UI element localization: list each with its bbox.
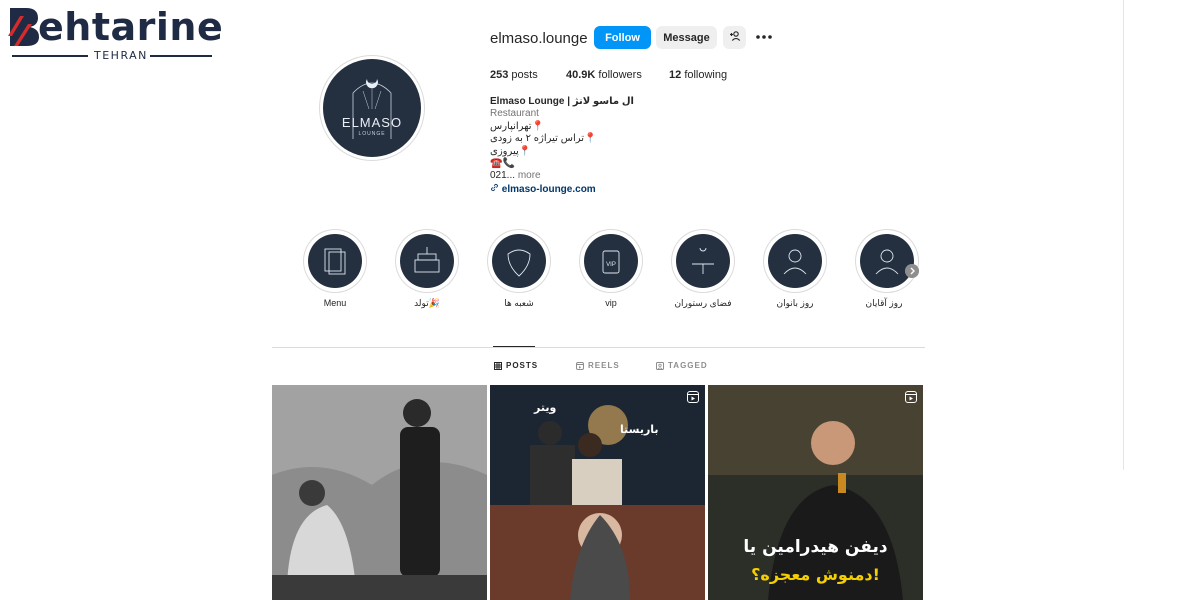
highlights-next-icon[interactable] bbox=[905, 264, 919, 278]
post-thumbnail[interactable] bbox=[272, 385, 487, 600]
page-edge-divider bbox=[1123, 0, 1124, 470]
bio-line-2: تراس تیراژه ۲ به زودی📍 bbox=[490, 133, 596, 145]
tab-posts[interactable]: POSTS bbox=[494, 361, 538, 370]
tab-tagged[interactable]: TAGGED bbox=[656, 361, 708, 370]
post-overlay-label: ویتر bbox=[534, 401, 557, 414]
telephone-icon: ☎️ bbox=[490, 158, 503, 169]
reels-icon bbox=[576, 361, 584, 370]
highlight-cover bbox=[492, 234, 546, 288]
cake-icon bbox=[414, 247, 440, 273]
tagged-icon bbox=[656, 361, 664, 370]
restaurant-table-icon bbox=[692, 247, 714, 274]
highlight-label-vip: vip bbox=[605, 298, 617, 308]
watermark-city: TEHRAN bbox=[94, 49, 148, 62]
post-caption-line-2: دمنوش معجزه؟! bbox=[751, 565, 880, 584]
highlight-cover bbox=[308, 234, 362, 288]
woman-icon bbox=[783, 249, 807, 275]
post-thumbnail[interactable]: ویتر باریستا bbox=[490, 385, 705, 600]
reel-icon bbox=[687, 391, 699, 403]
posts-count: 253 bbox=[490, 69, 509, 81]
watermark-rule-right bbox=[150, 55, 212, 57]
bio-website-link[interactable]: elmaso-lounge.com bbox=[490, 183, 596, 196]
vip-card-icon: VIP bbox=[602, 250, 620, 274]
post-caption-line-1: دیفن هیدرامین یا bbox=[743, 537, 888, 557]
bio-name: Elmaso Lounge | ال ماسو لانژ bbox=[490, 96, 634, 107]
pin-icon: 📍 bbox=[518, 146, 532, 157]
highlight-label-mens-day: روز آقایان bbox=[865, 298, 903, 308]
suggested-users-button[interactable] bbox=[723, 26, 746, 49]
post-overlay-label: باریستا bbox=[620, 423, 659, 436]
following-label: following bbox=[684, 69, 728, 81]
highlight-label-ladies-day: روز بانوان bbox=[776, 298, 814, 308]
bio-more-link[interactable]: more bbox=[518, 170, 541, 181]
avatar-word: ELMASO bbox=[341, 115, 403, 130]
watermark-b-icon bbox=[8, 8, 39, 46]
highlight-label-branches: شعبه ها bbox=[504, 298, 534, 308]
highlight-cover bbox=[768, 234, 822, 288]
followers-label: followers bbox=[598, 69, 642, 81]
bio-line-5-text: 021... bbox=[490, 170, 516, 181]
post-photo bbox=[490, 385, 705, 600]
highlight-birthday[interactable] bbox=[396, 230, 458, 292]
tab-tagged-label: TAGGED bbox=[668, 361, 708, 370]
avatar-image: ELMASO LOUNGE bbox=[323, 59, 421, 157]
following-stat[interactable]: 12 following bbox=[669, 69, 727, 81]
highlight-menu[interactable] bbox=[304, 230, 366, 292]
pin-icon: 📍 bbox=[531, 121, 545, 132]
highlight-branches[interactable] bbox=[488, 230, 550, 292]
message-button[interactable]: Message bbox=[656, 26, 717, 49]
tab-reels[interactable]: REELS bbox=[576, 361, 620, 370]
highlight-label-menu: Menu bbox=[323, 298, 347, 308]
highlight-cover bbox=[860, 234, 914, 288]
avatar-sub: LOUNGE bbox=[358, 131, 386, 137]
highlight-mens-day[interactable] bbox=[856, 230, 918, 292]
bio-line-1: تهرانپارس📍 bbox=[490, 121, 544, 133]
follow-button[interactable]: Follow bbox=[594, 26, 651, 49]
man-icon bbox=[875, 249, 899, 275]
profile-avatar[interactable]: ELMASO LOUNGE bbox=[320, 56, 424, 160]
post-photo bbox=[272, 385, 487, 600]
highlight-cover: VIP bbox=[584, 234, 638, 288]
diamond-icon bbox=[507, 249, 531, 277]
post-thumbnail[interactable]: دیفن هیدرامین یا دمنوش معجزه؟! bbox=[708, 385, 923, 600]
watermark-logo: ehtarine TEHRAN bbox=[8, 5, 223, 62]
watermark-brand: ehtarine bbox=[38, 5, 224, 49]
bio-line-4: ☎️📞 bbox=[490, 158, 515, 170]
pin-icon: 📍 bbox=[584, 133, 597, 144]
bio-line-5: 021... more bbox=[490, 170, 541, 182]
tab-posts-label: POSTS bbox=[506, 361, 539, 370]
highlight-cover bbox=[676, 234, 730, 288]
bio-line-1-text: تهرانپارس bbox=[490, 121, 532, 132]
bio-line-3: پیروزی📍 bbox=[490, 146, 531, 158]
phone-icon: 📞 bbox=[502, 158, 515, 169]
highlight-cover bbox=[400, 234, 454, 288]
followers-stat[interactable]: 40.9K followers bbox=[566, 69, 642, 81]
tabs-divider bbox=[272, 347, 925, 348]
menu-book-icon bbox=[324, 248, 346, 275]
avatar-emblem-icon bbox=[352, 79, 392, 139]
highlight-label-restaurant-space: فضای رستوران bbox=[674, 298, 732, 308]
bio-website-text: elmaso-lounge.com bbox=[501, 184, 596, 195]
active-tab-indicator bbox=[493, 346, 535, 347]
reel-icon bbox=[905, 391, 917, 403]
highlight-label-birthday: تولد🎉 bbox=[414, 298, 440, 308]
bio-category: Restaurant bbox=[490, 108, 539, 119]
tab-reels-label: REELS bbox=[588, 361, 620, 370]
highlight-vip[interactable]: VIP bbox=[580, 230, 642, 292]
watermark-rule-left bbox=[12, 55, 88, 57]
svg-text:VIP: VIP bbox=[606, 262, 616, 268]
followers-count: 40.9K bbox=[566, 69, 596, 81]
bio-line-3-text: پیروزی bbox=[490, 146, 519, 157]
grid-icon bbox=[494, 361, 502, 370]
posts-label: posts bbox=[511, 69, 538, 81]
link-icon bbox=[490, 183, 499, 192]
add-person-icon bbox=[729, 31, 740, 41]
bio-line-2-text: تراس تیراژه ۲ به زودی bbox=[490, 133, 585, 144]
posts-stat: 253 posts bbox=[490, 69, 538, 81]
highlight-ladies-day[interactable] bbox=[764, 230, 826, 292]
following-count: 12 bbox=[669, 69, 682, 81]
profile-username: elmaso.lounge bbox=[490, 30, 588, 47]
more-options-icon[interactable] bbox=[754, 30, 774, 44]
highlight-restaurant-space[interactable] bbox=[672, 230, 734, 292]
